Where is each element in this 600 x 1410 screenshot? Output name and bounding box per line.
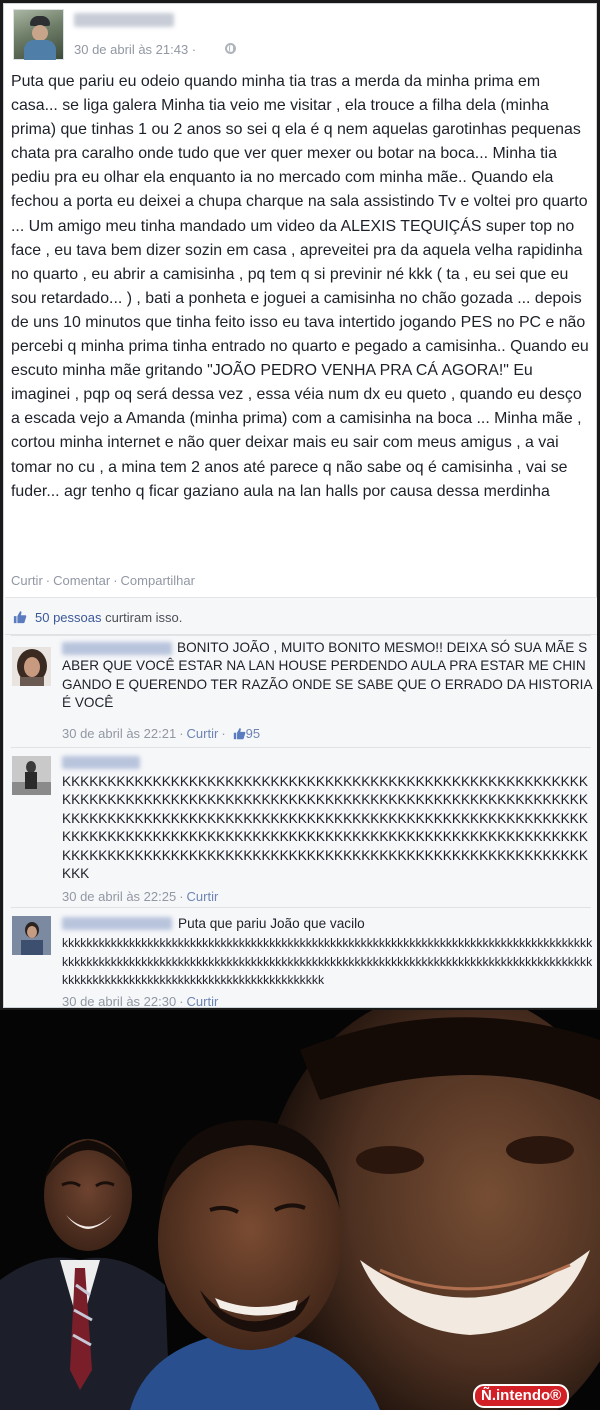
likes-suffix: curtiram isso. [101, 610, 183, 625]
author-avatar[interactable] [13, 9, 64, 60]
nintendo-parody-logo: Ñ.intendo® [473, 1384, 570, 1408]
commenter-avatar[interactable] [12, 647, 51, 686]
comment-text: KKKKKKKKKKKKKKKKKKKKKKKKKKKKKKKKKKKKKKKK… [62, 774, 588, 882]
likes-summary: 50 pessoas curtiram isso. [35, 610, 182, 625]
author-name-blurred[interactable] [74, 13, 174, 27]
post-body: Puta que pariu eu odeio quando minha tia… [11, 73, 589, 500]
comment-text: Puta que pariu João que vacilo [178, 916, 365, 931]
laughing-men-illustration [0, 1010, 600, 1410]
facebook-post: 30 de abril às 21:43 · Puta que pariu eu… [3, 3, 597, 1009]
comment-time[interactable]: 30 de abril às 22:25 [62, 889, 176, 904]
comment: BONITO JOÃO , MUITO BONITO MESMO!! DEIXA… [5, 635, 597, 751]
comment-like-link[interactable]: Curtir [187, 726, 219, 741]
divider [11, 907, 591, 908]
comment-meta: 30 de abril às 22:25 · Curtir [62, 889, 219, 904]
post-actions: Curtir · Comentar · Compartilhar [11, 573, 195, 588]
comment-time[interactable]: 30 de abril às 22:30 [62, 994, 176, 1009]
share-link[interactable]: Compartilhar [121, 573, 195, 588]
separator: · [45, 573, 51, 588]
thumbs-up-icon [233, 728, 246, 740]
comment-link[interactable]: Comentar [53, 573, 110, 588]
separator: · [113, 573, 118, 588]
commenter-avatar[interactable] [12, 756, 51, 795]
globe-icon [225, 43, 236, 54]
commenter-avatar[interactable] [12, 916, 51, 955]
comment-text-continued: kkkkkkkkkkkkkkkkkkkkkkkkkkkkkkkkkkkkkkkk… [62, 936, 593, 988]
divider [11, 635, 591, 636]
divider [11, 747, 591, 748]
comment-meta: 30 de abril às 22:21 · Curtir · 95 [62, 726, 261, 741]
comment-text: BONITO JOÃO , MUITO BONITO MESMO!! DEIXA… [62, 640, 592, 711]
comment: KKKKKKKKKKKKKKKKKKKKKKKKKKKKKKKKKKKKKKKK… [5, 747, 597, 911]
comment: Puta que pariu João que vacilo kkkkkkkkk… [5, 907, 597, 1009]
like-link[interactable]: Curtir [11, 573, 43, 588]
likes-bar: 50 pessoas curtiram isso. [5, 597, 597, 635]
comment-like-link[interactable]: Curtir [187, 889, 219, 904]
commenter-name-blurred[interactable] [62, 756, 140, 769]
comments-section: BONITO JOÃO , MUITO BONITO MESMO!! DEIXA… [5, 635, 597, 1009]
reaction-meme-image: Ñ.intendo® [0, 1010, 600, 1410]
comment-like-count[interactable]: 95 [246, 726, 260, 741]
comment-meta: 30 de abril às 22:30 · Curtir [62, 994, 219, 1009]
thumbs-up-icon [13, 611, 27, 624]
likes-count-link[interactable]: 50 pessoas [35, 610, 102, 625]
comment-time[interactable]: 30 de abril às 22:21 [62, 726, 176, 741]
post-timestamp[interactable]: 30 de abril às 21:43 · [74, 42, 196, 57]
comment-like-link[interactable]: Curtir [187, 994, 219, 1009]
